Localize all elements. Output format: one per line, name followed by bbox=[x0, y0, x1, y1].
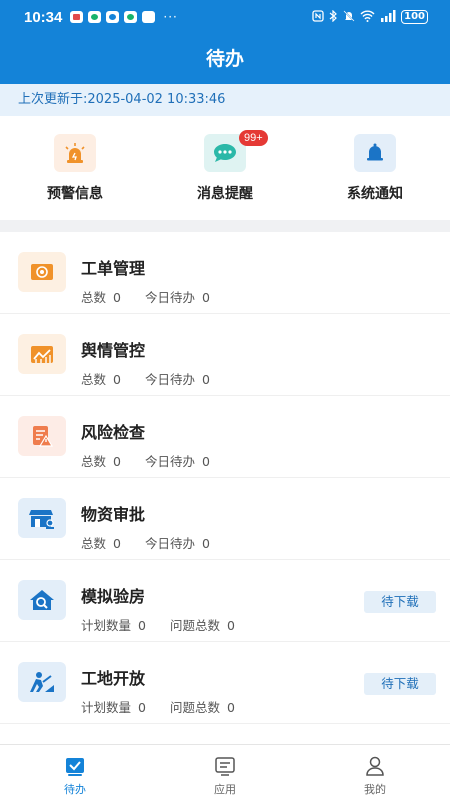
unread-count-badge: 99+ bbox=[239, 130, 268, 146]
store-approval-icon bbox=[18, 498, 66, 538]
stat-total: 总数 0 bbox=[81, 290, 121, 305]
app-header: 待办 bbox=[0, 34, 450, 84]
task-list: 工单管理 总数 0 今日待办 0 舆情管控 总数 0 今日待办 0 风险检查 总数 0 今… bbox=[0, 232, 450, 724]
task-row-public-opinion[interactable]: 舆情管控 总数 0 今日待办 0 bbox=[0, 314, 450, 396]
bell-icon bbox=[354, 134, 396, 172]
construction-worker-icon bbox=[18, 662, 66, 702]
stat-total: 总数 0 bbox=[81, 372, 121, 387]
nav-tab-todo[interactable]: 待办 bbox=[0, 745, 150, 801]
stat-issue-count: 问题总数 0 bbox=[169, 700, 235, 715]
trend-chart-icon bbox=[18, 334, 66, 374]
puzzle-icon bbox=[142, 11, 156, 23]
quick-action-label: 消息提醒 bbox=[197, 186, 253, 202]
stat-total: 总数 0 bbox=[81, 454, 121, 469]
battery-icon: 100 bbox=[401, 10, 428, 24]
status-bar: 10:34 ··· 100 bbox=[0, 0, 450, 34]
nav-tab-me[interactable]: 我的 bbox=[300, 745, 450, 801]
risk-document-icon bbox=[18, 416, 66, 456]
task-title: 物资审批 bbox=[81, 505, 146, 524]
todo-check-icon bbox=[64, 755, 86, 777]
page-title: 待办 bbox=[205, 48, 244, 70]
green-app-icon bbox=[88, 11, 102, 23]
bottom-nav: 待办 应用 我的 bbox=[0, 744, 450, 801]
task-stats: 总数 0 今日待办 0 bbox=[81, 533, 210, 552]
mute-icon bbox=[343, 9, 355, 25]
quick-action-system-notice[interactable]: 系统通知 bbox=[300, 116, 450, 220]
pending-download-button[interactable]: 待下载 bbox=[364, 673, 436, 695]
more-notifications-icon: ··· bbox=[163, 10, 178, 24]
task-row-material-approval[interactable]: 物资审批 总数 0 今日待办 0 bbox=[0, 478, 450, 560]
quick-action-label: 系统通知 bbox=[347, 186, 403, 202]
stat-issue-count: 问题总数 0 bbox=[169, 618, 235, 633]
nav-tab-apps[interactable]: 应用 bbox=[150, 745, 300, 801]
stat-today: 今日待办 0 bbox=[144, 372, 210, 387]
task-stats: 总数 0 今日待办 0 bbox=[81, 287, 210, 306]
task-title: 模拟验房 bbox=[81, 587, 146, 606]
notification-icons: ··· bbox=[70, 10, 177, 24]
stat-plan-count: 计划数量 0 bbox=[81, 618, 146, 633]
task-row-mock-inspection[interactable]: 模拟验房 计划数量 0 问题总数 0 待下载 bbox=[0, 560, 450, 642]
quick-actions: 预警信息 99+ 消息提醒 系统通知 bbox=[0, 116, 450, 220]
task-title: 舆情管控 bbox=[81, 341, 146, 360]
task-row-work-order[interactable]: 工单管理 总数 0 今日待办 0 bbox=[0, 232, 450, 314]
quick-action-warning[interactable]: 预警信息 bbox=[0, 116, 150, 220]
nav-label: 待办 bbox=[64, 783, 86, 796]
red-app-icon bbox=[70, 11, 84, 23]
nfc-icon bbox=[312, 9, 324, 25]
system-icons: 100 bbox=[312, 9, 428, 25]
task-stats: 总数 0 今日待办 0 bbox=[81, 451, 210, 470]
work-order-icon bbox=[18, 252, 66, 292]
quick-action-label: 预警信息 bbox=[47, 186, 103, 202]
stat-plan-count: 计划数量 0 bbox=[81, 700, 146, 715]
alarm-siren-icon bbox=[54, 134, 96, 172]
task-stats: 计划数量 0 问题总数 0 bbox=[81, 615, 235, 634]
stat-today: 今日待办 0 bbox=[144, 290, 210, 305]
signal-icon bbox=[380, 9, 396, 25]
task-stats: 总数 0 今日待办 0 bbox=[81, 369, 210, 388]
nav-label: 应用 bbox=[214, 783, 236, 796]
bluetooth-icon bbox=[329, 9, 338, 25]
status-time: 10:34 bbox=[24, 8, 63, 26]
section-divider bbox=[0, 220, 450, 232]
task-row-site-open[interactable]: 工地开放 计划数量 0 问题总数 0 待下载 bbox=[0, 642, 450, 724]
task-stats: 计划数量 0 问题总数 0 bbox=[81, 697, 235, 716]
task-row-risk-check[interactable]: 风险检查 总数 0 今日待办 0 bbox=[0, 396, 450, 478]
nav-label: 我的 bbox=[364, 783, 386, 796]
task-title: 工地开放 bbox=[81, 669, 146, 688]
house-inspect-icon bbox=[18, 580, 66, 620]
stat-today: 今日待办 0 bbox=[144, 536, 210, 551]
wechat-icon bbox=[124, 11, 138, 23]
task-title: 工单管理 bbox=[81, 259, 146, 278]
task-title: 风险检查 bbox=[81, 423, 146, 442]
pending-download-button[interactable]: 待下载 bbox=[364, 591, 436, 613]
blue-message-icon bbox=[106, 11, 120, 23]
wifi-icon bbox=[360, 10, 375, 25]
stat-total: 总数 0 bbox=[81, 536, 121, 551]
apps-icon bbox=[214, 755, 236, 777]
stat-today: 今日待办 0 bbox=[144, 454, 210, 469]
user-icon bbox=[364, 755, 386, 777]
last-updated-text: 上次更新于:2025-04-02 10:33:46 bbox=[0, 84, 450, 116]
quick-action-messages[interactable]: 99+ 消息提醒 bbox=[150, 116, 300, 220]
